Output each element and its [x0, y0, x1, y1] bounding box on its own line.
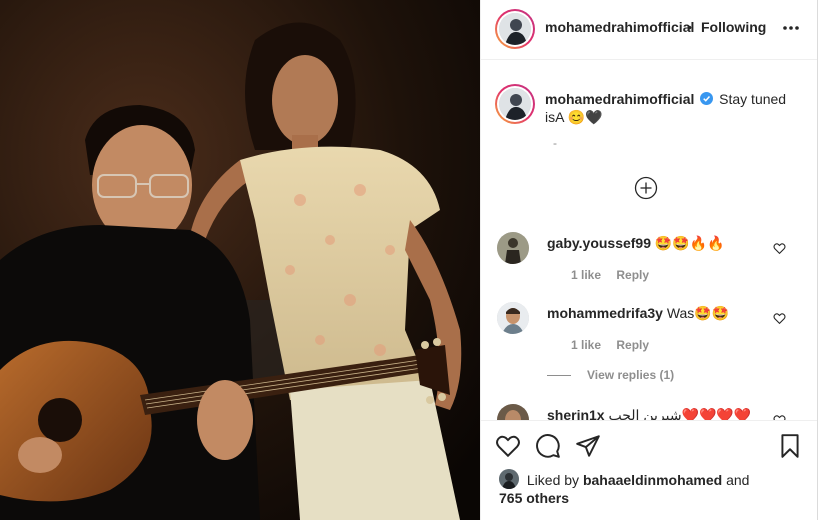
- liker-avatar[interactable]: [499, 469, 519, 489]
- comment-text-block: mohammedrifa3y Was🤩🤩: [547, 304, 729, 322]
- post-photo[interactable]: [0, 0, 480, 520]
- separator-dot: •: [687, 19, 692, 35]
- heart-icon[interactable]: [773, 242, 786, 255]
- comment-meta: 1 like Reply: [571, 268, 661, 282]
- comment-text: 🤩🤩🔥🔥: [654, 235, 725, 251]
- commenter-username[interactable]: gaby.youssef99: [547, 235, 651, 251]
- commenter-avatar-image: [497, 404, 529, 420]
- heart-icon[interactable]: [773, 312, 786, 325]
- caption-text-block: mohamedrahimofficial Stay tuned isA 😊🖤: [545, 90, 795, 126]
- commenter-avatar[interactable]: [497, 232, 529, 264]
- caption-username[interactable]: mohamedrahimofficial: [545, 91, 694, 107]
- more-horizontal-icon[interactable]: [781, 22, 801, 34]
- caption-avatar-image: [499, 88, 531, 120]
- post-actions: Liked by bahaaeldinmohamed and 765 other…: [481, 420, 817, 520]
- reply-button[interactable]: Reply: [616, 338, 649, 352]
- comment-like-count[interactable]: 1 like: [571, 268, 601, 282]
- reply-button[interactable]: Reply: [616, 268, 649, 282]
- caption-avatar[interactable]: [495, 84, 535, 124]
- comment-item: sherin1x شيرين الحب❤️❤️❤️❤️: [497, 404, 797, 420]
- comment-meta: 1 like Reply: [571, 338, 661, 352]
- liked-by-and: and: [726, 472, 750, 488]
- following-button[interactable]: Following: [701, 19, 766, 35]
- commenter-avatar-image: [497, 232, 529, 264]
- commenter-avatar-image: [497, 302, 529, 334]
- likes-summary: Liked by bahaaeldinmohamed and 765 other…: [499, 469, 749, 507]
- likes-others-count[interactable]: 765 others: [499, 490, 569, 506]
- author-avatar[interactable]: [495, 9, 535, 49]
- replies-divider-line: [547, 374, 571, 376]
- view-replies-label: View replies (1): [587, 368, 675, 382]
- author-avatar-image: [499, 13, 531, 45]
- photo-illustration: [0, 0, 480, 520]
- post-panel: mohamedrahimofficial • Following mohamed…: [480, 0, 818, 520]
- comment-icon[interactable]: [535, 433, 561, 459]
- author-username[interactable]: mohamedrahimofficial: [545, 19, 694, 35]
- comment-text-block: sherin1x شيرين الحب❤️❤️❤️❤️: [547, 406, 751, 420]
- post-header: mohamedrahimofficial • Following: [481, 0, 817, 60]
- like-heart-icon[interactable]: [495, 433, 521, 459]
- comment-like-count[interactable]: 1 like: [571, 338, 601, 352]
- liker-username[interactable]: bahaaeldinmohamed: [583, 472, 722, 488]
- view-replies-button[interactable]: View replies (1): [547, 368, 674, 382]
- comment-text: شيرين الحب❤️❤️❤️❤️: [608, 407, 752, 420]
- comment-text-block: gaby.youssef99 🤩🤩🔥🔥: [547, 234, 725, 252]
- commenter-username[interactable]: mohammedrifa3y: [547, 305, 663, 321]
- liked-by-prefix: Liked by: [526, 472, 580, 488]
- commenter-username[interactable]: sherin1x: [547, 407, 605, 420]
- comment-item: gaby.youssef99 🤩🤩🔥🔥 1 like Reply: [497, 232, 797, 284]
- comment-item: mohammedrifa3y Was🤩🤩 1 like Reply: [497, 302, 797, 354]
- comment-text: Was🤩🤩: [666, 305, 730, 321]
- caption-dash: -: [553, 136, 557, 150]
- share-paper-plane-icon[interactable]: [575, 433, 601, 459]
- load-more-comments-icon[interactable]: [634, 176, 658, 200]
- verified-badge-icon: [700, 92, 714, 105]
- save-bookmark-icon[interactable]: [777, 433, 803, 459]
- liker-avatar-image: [499, 469, 519, 489]
- commenter-avatar[interactable]: [497, 302, 529, 334]
- commenter-avatar[interactable]: [497, 404, 529, 420]
